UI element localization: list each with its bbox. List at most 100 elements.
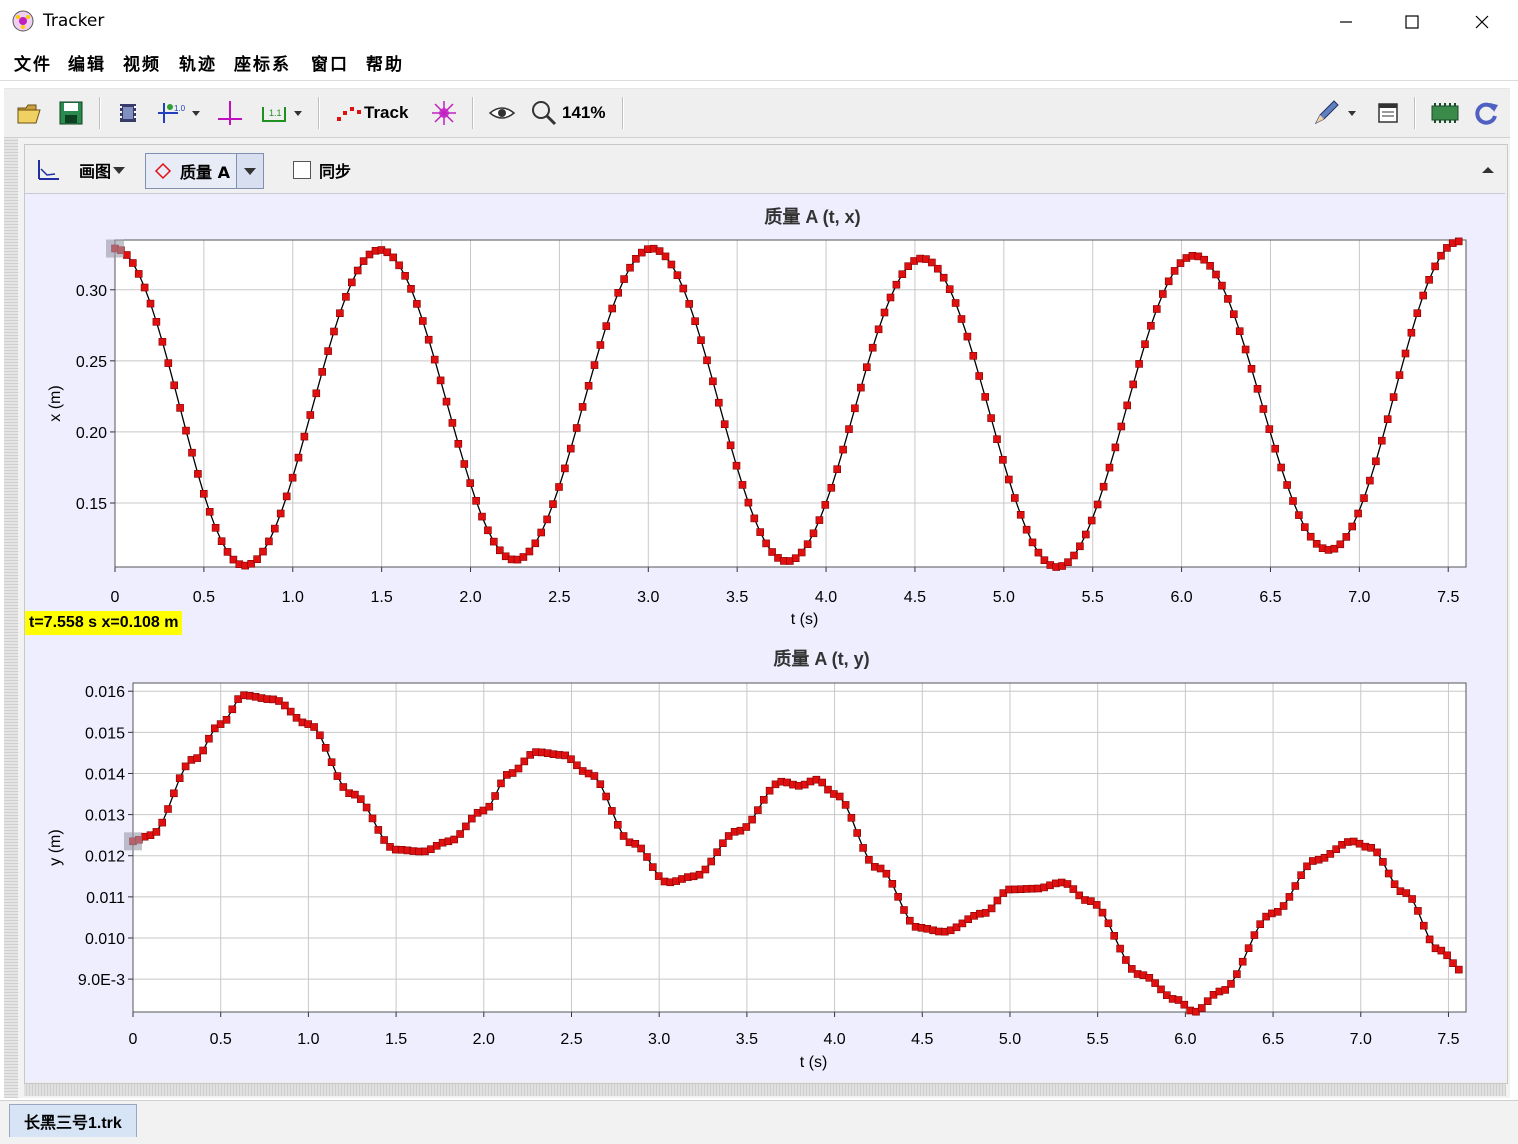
data-point[interactable] [1069, 885, 1078, 893]
data-point[interactable] [1366, 476, 1374, 485]
data-point[interactable] [1279, 902, 1288, 910]
data-point[interactable] [821, 501, 830, 509]
data-point[interactable] [1443, 951, 1451, 960]
data-point[interactable] [1354, 509, 1362, 518]
data-point[interactable] [310, 723, 318, 731]
data-point[interactable] [839, 445, 847, 454]
data-point[interactable] [685, 300, 694, 308]
menu-window[interactable]: 窗口 [311, 50, 349, 75]
track-selector-dropdown[interactable] [235, 154, 263, 188]
data-point[interactable] [282, 492, 291, 501]
left-split-handle[interactable] [4, 138, 18, 1098]
data-point[interactable] [1087, 516, 1096, 525]
data-point[interactable] [987, 414, 995, 422]
data-point[interactable] [1016, 510, 1025, 519]
selected-point-marker[interactable] [124, 832, 142, 851]
data-point[interactable] [1407, 328, 1416, 337]
data-point[interactable] [584, 382, 593, 390]
data-point[interactable] [851, 404, 859, 413]
data-point[interactable] [312, 389, 321, 398]
data-point[interactable] [561, 464, 569, 473]
data-point[interactable] [602, 322, 611, 330]
data-point[interactable] [797, 548, 806, 557]
data-point[interactable] [1111, 443, 1120, 452]
selected-point-marker[interactable] [106, 239, 124, 258]
data-point[interactable] [1092, 901, 1101, 909]
data-point[interactable] [181, 762, 190, 771]
data-point[interactable] [265, 537, 273, 546]
data-point[interactable] [520, 757, 529, 766]
data-point[interactable] [1159, 290, 1167, 298]
data-point[interactable] [667, 260, 676, 269]
data-point[interactable] [1151, 979, 1159, 987]
data-point[interactable] [333, 772, 342, 780]
data-point[interactable] [963, 332, 972, 341]
data-point[interactable] [1408, 895, 1416, 903]
data-point[interactable] [413, 300, 421, 308]
data-point[interactable] [697, 336, 705, 344]
data-point[interactable] [1076, 542, 1084, 551]
data-point[interactable] [1247, 365, 1256, 373]
data-point[interactable] [1395, 371, 1404, 379]
data-point[interactable] [975, 372, 984, 380]
data-point[interactable] [1010, 494, 1019, 502]
data-point[interactable] [454, 440, 463, 448]
data-point[interactable] [1170, 267, 1179, 275]
data-point[interactable] [1122, 956, 1130, 964]
data-point[interactable] [857, 383, 865, 392]
menu-file[interactable]: 文件 [14, 50, 52, 75]
data-point[interactable] [900, 906, 908, 914]
data-point[interactable] [448, 419, 457, 427]
data-point[interactable] [868, 343, 877, 352]
data-point[interactable] [874, 325, 883, 334]
data-point[interactable] [957, 315, 966, 323]
data-point[interactable] [300, 432, 309, 441]
data-point[interactable] [880, 308, 889, 317]
data-point[interactable] [1070, 551, 1078, 560]
data-point[interactable] [833, 465, 842, 474]
data-point[interactable] [590, 772, 599, 780]
data-point[interactable] [1198, 1004, 1206, 1012]
data-point[interactable] [951, 299, 960, 307]
data-point[interactable] [1425, 935, 1434, 944]
chart-2[interactable]: 0 0.5 1.0 1.5 2.0 2.5 3.0 3.5 4.0 4.5 5.0 5.5 6.0 6.5… [47, 648, 1467, 1071]
data-point[interactable] [460, 460, 469, 468]
data-point[interactable] [945, 285, 954, 293]
data-point[interactable] [200, 489, 208, 498]
data-point[interactable] [359, 257, 368, 265]
data-point[interactable] [1218, 281, 1226, 290]
data-point[interactable] [1203, 997, 1212, 1006]
data-point[interactable] [418, 317, 427, 325]
data-point[interactable] [1117, 422, 1126, 431]
data-point[interactable] [714, 398, 723, 407]
data-point[interactable] [1212, 270, 1220, 279]
data-point[interactable] [336, 309, 344, 317]
menu-video[interactable]: 视频 [123, 50, 161, 75]
data-point[interactable] [1283, 481, 1291, 489]
data-point[interactable] [555, 483, 563, 491]
data-point[interactable] [306, 411, 315, 419]
data-point[interactable] [276, 509, 285, 518]
data-point[interactable] [1244, 944, 1253, 953]
data-point[interactable] [993, 896, 1002, 905]
data-point[interactable] [732, 461, 741, 470]
data-point[interactable] [1064, 558, 1072, 567]
track-selector[interactable]: 质量 A [145, 153, 264, 189]
data-point[interactable] [1437, 251, 1445, 260]
data-point[interactable] [525, 547, 534, 556]
data-point[interactable] [894, 892, 902, 901]
data-point[interactable] [436, 376, 445, 385]
data-point[interactable] [123, 251, 131, 259]
data-point[interactable] [194, 470, 202, 478]
data-point[interactable] [626, 263, 634, 272]
data-point[interactable] [395, 261, 403, 270]
data-point[interactable] [720, 420, 729, 428]
data-point[interactable] [999, 455, 1007, 464]
data-point[interactable] [1454, 237, 1463, 246]
data-point[interactable] [1413, 309, 1422, 317]
data-point[interactable] [1297, 871, 1305, 880]
data-point[interactable] [845, 425, 853, 433]
data-point[interactable] [1342, 533, 1351, 541]
data-point[interactable] [1420, 921, 1428, 930]
data-point[interactable] [140, 283, 149, 292]
